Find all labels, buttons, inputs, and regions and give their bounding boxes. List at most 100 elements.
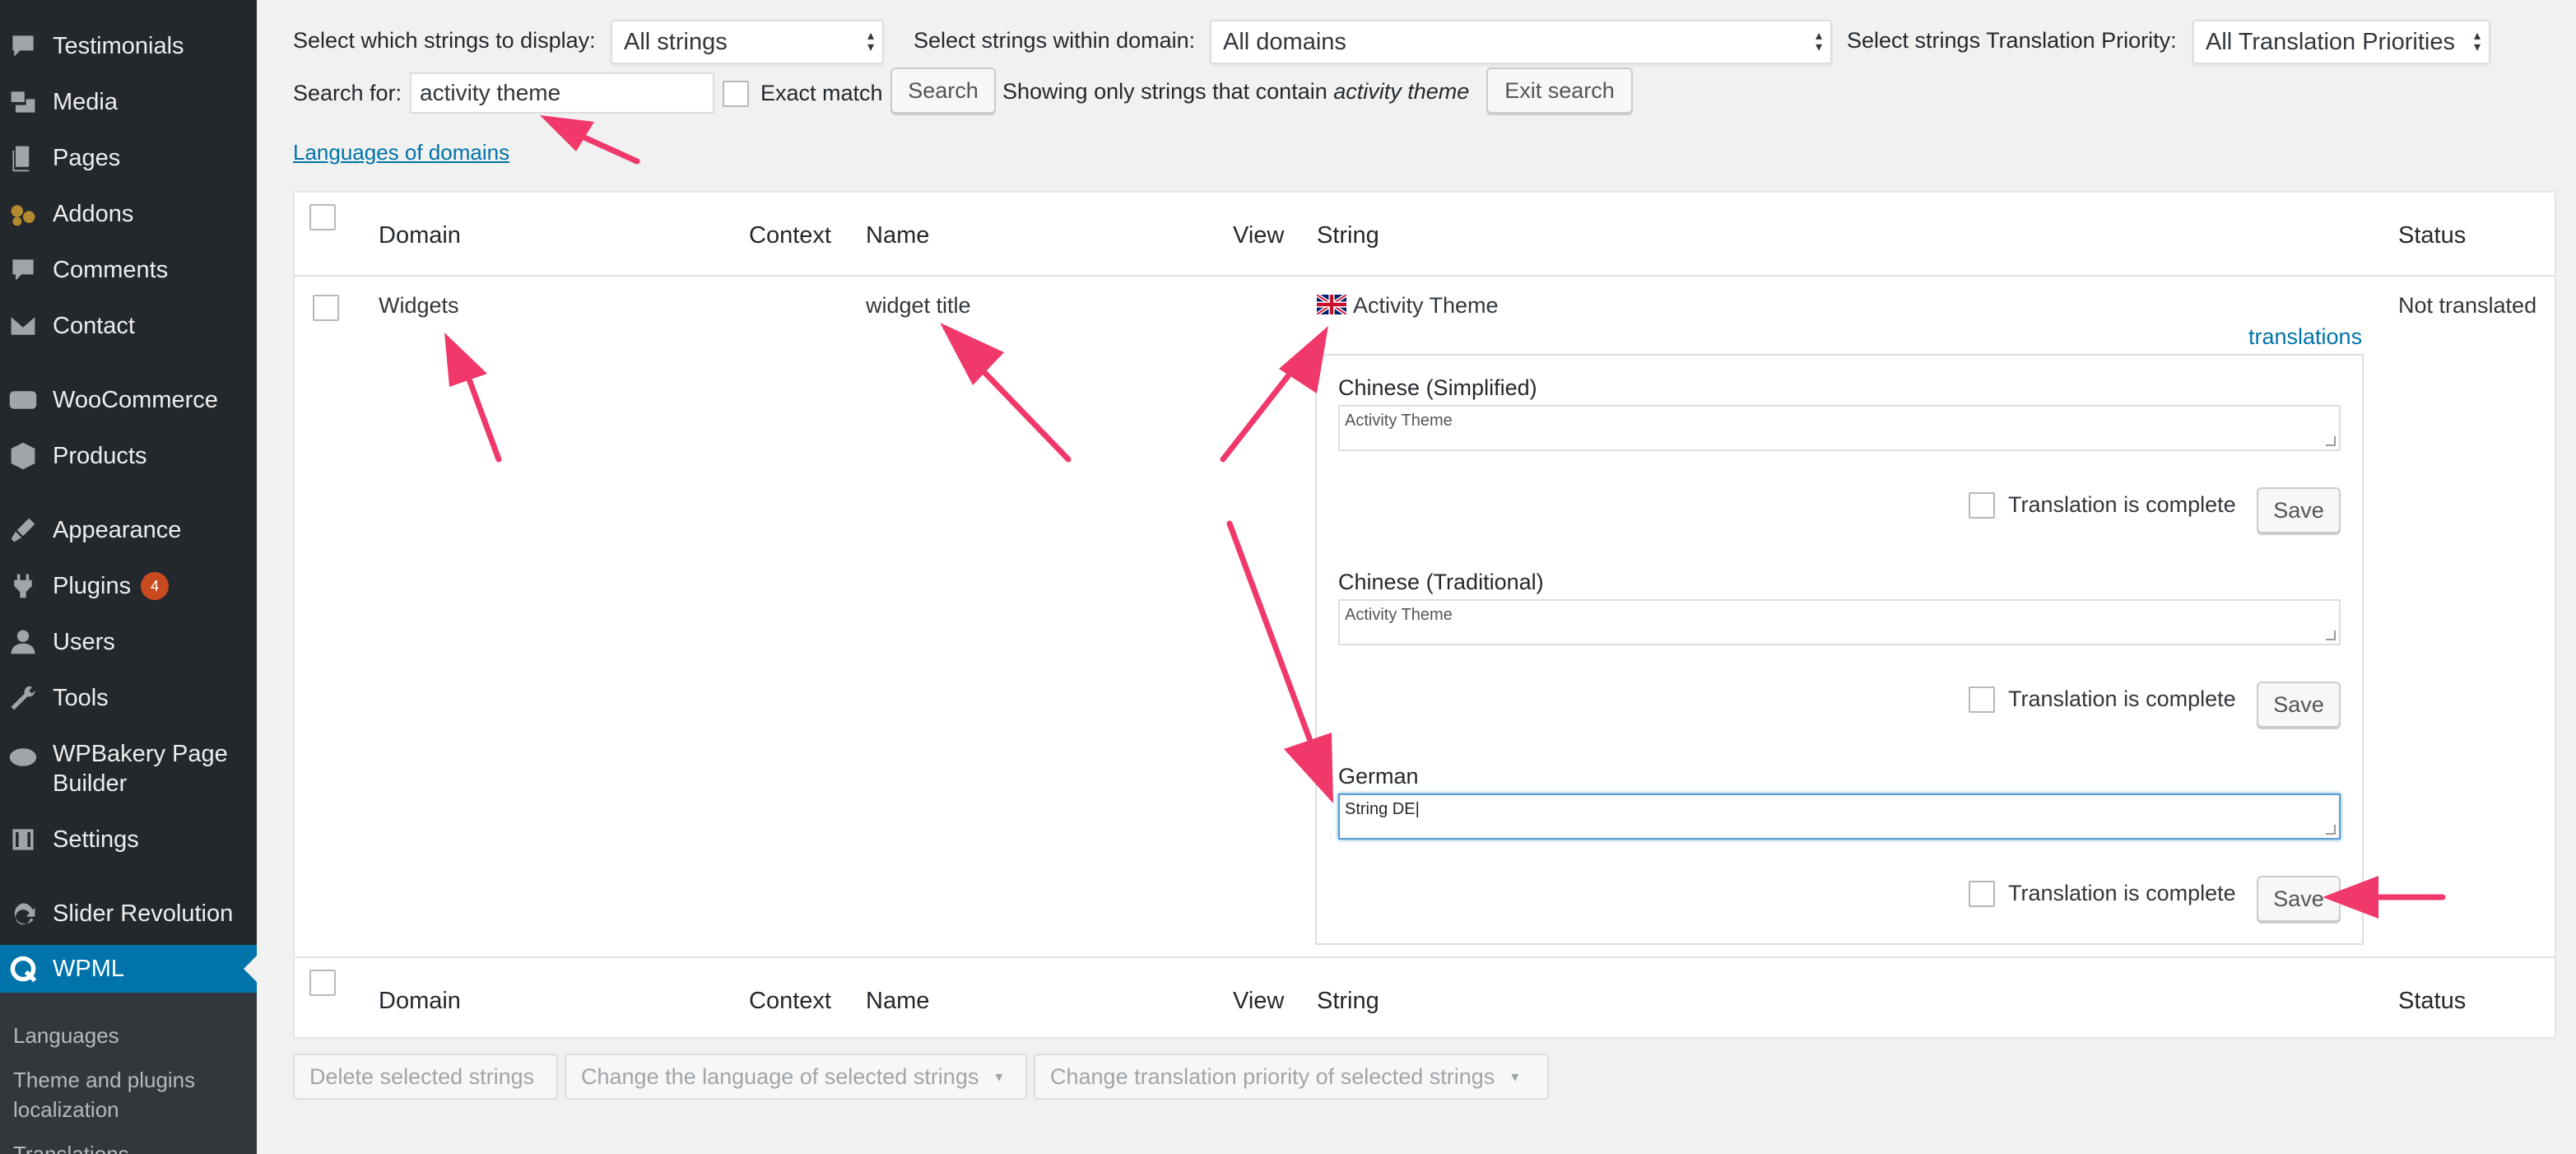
- sidebar-item-pages[interactable]: Pages: [0, 133, 257, 183]
- translation-complete-checkbox[interactable]: [1969, 686, 1995, 713]
- submenu-item-theme-plugins-localization[interactable]: Theme and plugins localization: [13, 1065, 244, 1124]
- sidebar-item-label: Media: [53, 88, 118, 115]
- translation-textarea[interactable]: Activity Theme: [1338, 599, 2341, 645]
- select-all-checkbox-bottom[interactable]: [309, 970, 336, 996]
- search-status-term: activity theme: [1333, 79, 1470, 104]
- column-footer-domain[interactable]: Domain: [379, 988, 461, 1015]
- priority-filter-value: All Translation Priorities: [2206, 28, 2455, 55]
- header-divider: [295, 275, 2555, 277]
- column-footer-name[interactable]: Name: [866, 988, 929, 1015]
- domain-filter-select[interactable]: All domains ▴ ▾: [1210, 20, 1832, 64]
- sidebar-item-contact[interactable]: Contact: [0, 301, 257, 351]
- sidebar-item-media[interactable]: Media: [0, 77, 257, 127]
- pages-icon: [7, 142, 40, 174]
- exit-search-button[interactable]: Exit search: [1486, 67, 1633, 114]
- translation-language-label: German: [1338, 764, 1419, 789]
- sidebar-item-woocommerce[interactable]: WooCommerce: [0, 375, 257, 425]
- column-header-domain[interactable]: Domain: [379, 222, 461, 249]
- translations-panel: Chinese (Simplified) Activity Theme Tran…: [1315, 354, 2364, 945]
- row-string: Activity Theme: [1353, 293, 1499, 318]
- save-translation-button[interactable]: Save: [2257, 487, 2341, 533]
- display-filter-value: All strings: [624, 28, 728, 55]
- sidebar-item-settings[interactable]: Settings: [0, 815, 257, 864]
- display-filter-select[interactable]: All strings ▴ ▾: [611, 20, 884, 64]
- sidebar-item-plugins[interactable]: Plugins 4: [0, 561, 257, 611]
- delete-selected-strings-button[interactable]: Delete selected strings: [293, 1054, 558, 1100]
- column-footer-context[interactable]: Context: [749, 988, 831, 1015]
- select-arrows-icon: ▴ ▾: [1815, 29, 1822, 54]
- settings-icon: [7, 823, 40, 856]
- resize-handle-icon[interactable]: [2326, 825, 2336, 835]
- wrench-icon: [7, 682, 40, 714]
- translation-textarea-german[interactable]: String DE|: [1338, 793, 2341, 840]
- paintbrush-icon: [7, 514, 40, 547]
- sidebar-item-label: Products: [53, 442, 147, 469]
- footer-divider: [295, 956, 2555, 958]
- sidebar-item-users[interactable]: Users: [0, 617, 257, 667]
- sidebar-item-wpbakery[interactable]: WPBakery Page Builder: [0, 739, 257, 805]
- submenu-item-languages[interactable]: Languages: [13, 1021, 119, 1050]
- submenu-item-translations[interactable]: Translations: [13, 1139, 129, 1154]
- priority-filter-select[interactable]: All Translation Priorities ▴ ▾: [2192, 20, 2490, 64]
- active-menu-arrow: [244, 956, 257, 982]
- sidebar-item-label: Users: [53, 628, 115, 655]
- wpml-icon: [7, 952, 40, 985]
- save-translation-button[interactable]: Save: [2257, 682, 2341, 728]
- column-footer-view: View: [1233, 988, 1285, 1014]
- priority-filter-label: Select strings Translation Priority:: [1847, 28, 2177, 53]
- translation-complete-checkbox[interactable]: [1969, 492, 1995, 519]
- sidebar-item-comments[interactable]: Comments: [0, 245, 257, 295]
- column-header-string[interactable]: String: [1317, 222, 1379, 249]
- strings-table: Domain Context Name View String Status W…: [293, 191, 2556, 1039]
- sidebar-item-tools[interactable]: Tools: [0, 673, 257, 723]
- delete-selected-label: Delete selected strings: [309, 1063, 535, 1089]
- sidebar-item-testimonials[interactable]: Testimonials: [0, 21, 257, 71]
- products-icon: [7, 440, 40, 472]
- chevron-down-icon: ▾: [995, 1068, 1003, 1085]
- translation-complete-checkbox[interactable]: [1969, 881, 1995, 907]
- save-translation-button[interactable]: Save: [2257, 876, 2341, 922]
- resize-handle-icon[interactable]: [2326, 436, 2336, 446]
- search-label: Search for:: [293, 81, 402, 105]
- row-select-checkbox[interactable]: [313, 295, 339, 321]
- resize-handle-icon[interactable]: [2326, 631, 2336, 640]
- search-status-prefix: Showing only strings that contain: [1002, 79, 1328, 104]
- translation-complete-label: Translation is complete: [2008, 686, 2236, 711]
- users-icon: [7, 626, 40, 658]
- translation-complete-label: Translation is complete: [2008, 492, 2236, 517]
- comments-icon: [7, 254, 40, 286]
- change-priority-dropdown[interactable]: Change translation priority of selected …: [1034, 1054, 1549, 1100]
- text-cursor: |: [1415, 800, 1420, 818]
- select-all-checkbox-top[interactable]: [309, 204, 336, 230]
- sidebar-item-label: Addons: [53, 200, 134, 227]
- sidebar-item-appearance[interactable]: Appearance: [0, 505, 257, 555]
- row-name: widget title: [866, 293, 971, 318]
- sidebar-item-products[interactable]: Products: [0, 431, 257, 481]
- envelope-icon: [7, 309, 40, 342]
- uk-flag-icon: [1315, 293, 1348, 316]
- speech-bubble-icon: [7, 30, 40, 63]
- search-button[interactable]: Search: [890, 67, 996, 114]
- languages-of-domains-link[interactable]: Languages of domains: [293, 140, 509, 165]
- change-priority-label: Change translation priority of selected …: [1050, 1063, 1495, 1089]
- exact-match-checkbox[interactable]: [723, 81, 749, 107]
- select-arrows-icon: ▴ ▾: [2473, 29, 2481, 54]
- change-language-dropdown[interactable]: Change the language of selected strings …: [565, 1054, 1027, 1100]
- exact-match-label: Exact match: [760, 81, 883, 105]
- plugin-update-count-badge: 4: [141, 572, 170, 600]
- column-header-name[interactable]: Name: [866, 222, 929, 249]
- sidebar-item-slider-revolution[interactable]: Slider Revolution: [0, 889, 257, 938]
- media-icon: [7, 86, 40, 119]
- column-header-context[interactable]: Context: [749, 222, 831, 249]
- translations-toggle-link[interactable]: translations: [2248, 324, 2362, 350]
- sidebar-item-label: Slider Revolution: [53, 900, 234, 927]
- column-header-view: View: [1233, 222, 1285, 249]
- sidebar-item-wpml[interactable]: WPML: [0, 945, 257, 993]
- sidebar-item-addons[interactable]: Addons: [0, 189, 257, 239]
- sidebar-item-label: Pages: [53, 144, 121, 171]
- translation-textarea[interactable]: Activity Theme: [1338, 405, 2341, 451]
- search-input[interactable]: activity theme: [410, 72, 714, 114]
- domain-filter-label: Select strings within domain:: [914, 28, 1196, 53]
- column-footer-string[interactable]: String: [1317, 988, 1379, 1015]
- refresh-icon: [7, 897, 40, 930]
